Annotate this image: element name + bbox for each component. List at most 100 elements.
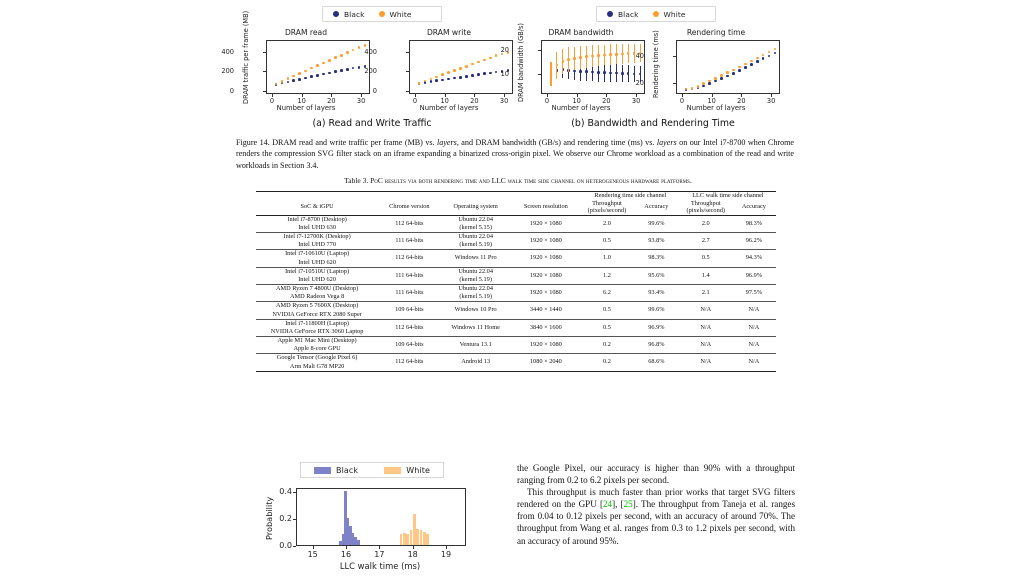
cell-llc-accuracy: N/A (731, 336, 776, 354)
cell-screen-resolution: 1920 × 1080 (510, 231, 581, 250)
table-row: Intel i7-11800H (Laptop) NVIDIA GeForce R… (256, 318, 776, 337)
data-point (334, 56, 337, 60)
data-point (755, 60, 759, 63)
data-point (328, 59, 331, 62)
data-point (453, 69, 456, 72)
y-tick-mark (538, 74, 541, 76)
data-point (447, 71, 450, 74)
data-point (328, 71, 331, 75)
data-point (573, 57, 576, 60)
figure-caption-em-1: layers (437, 138, 457, 147)
cell-rt-throughput: 0.2 (580, 353, 633, 372)
y-tick-label: 0 (372, 87, 377, 96)
chart-xlabel: Number of layers (551, 104, 611, 112)
col-header-llc-throughput: Throughput (pixels/second) (680, 200, 732, 216)
figure-caption-text-1: DRAM read and write traffic per frame (M… (269, 138, 438, 147)
legend-bandwidth-rendering: Black White (596, 6, 716, 22)
citation-25[interactable]: 25 (624, 499, 633, 509)
histogram-xlabel: LLC walk time (ms) (339, 561, 421, 571)
os-line-1: Ubuntu 22.04 (458, 285, 493, 293)
legend-item-black: Black (607, 10, 639, 19)
x-tick-label: 10 (572, 97, 581, 105)
soc-line-2: Intel UHD 770 (298, 241, 336, 249)
os-line-1: Ubuntu 22.04 (458, 232, 493, 240)
cell-rt-accuracy: 96.9% (632, 318, 680, 337)
data-point (696, 85, 700, 88)
soc-line-2: NVIDIA GeForce RTX 2080 Super (272, 310, 362, 318)
x-tick-mark (444, 94, 446, 97)
cell-rt-accuracy: 95.6% (632, 266, 680, 285)
data-point (591, 54, 594, 58)
col-header-operating-system: Operating system (453, 203, 498, 211)
llc-throughput-line2: (pixels/second) (686, 207, 725, 215)
histogram-bar (416, 528, 419, 545)
soc-line-1: AMD Ryzen 7 4800U (Desktop) (275, 285, 359, 293)
histogram-legend: Black White (300, 462, 444, 478)
data-point (286, 80, 290, 84)
soc-line-2: Intel UHD 630 (298, 223, 336, 231)
data-point (720, 74, 723, 77)
x-tick-mark (576, 94, 578, 97)
cell-operating-system: Windows 10 Pro (440, 301, 511, 320)
os-line-1: Ubuntu 22.04 (458, 267, 493, 275)
data-point (351, 66, 355, 70)
legend-read-write: Black White (322, 6, 442, 22)
soc-line-1: Intel i7-10510U (Laptop) (285, 267, 350, 275)
cell-llc-accuracy: N/A (731, 353, 776, 372)
data-point (292, 79, 296, 82)
cell-llc-throughput: N/A (679, 301, 732, 320)
histogram-bar (403, 532, 406, 545)
data-point (304, 69, 307, 73)
x-tick-label: 10 (707, 97, 716, 105)
soc-line-1: Intel i7-12700K (Desktop) (283, 232, 351, 240)
figure-caption-text-2: , and DRAM bandwidth (GB/s) and renderin… (456, 138, 657, 147)
chart-xlabel: Number of layers (276, 104, 336, 112)
os-line-2: (kernel 5.19) (459, 241, 492, 249)
cell-llc-accuracy: 96.9% (731, 266, 776, 285)
x-tick-mark (301, 94, 303, 97)
cell-llc-throughput: N/A (679, 318, 732, 337)
data-point (494, 54, 498, 58)
table-caption: Table 3. PoC results via both rendering … (258, 176, 778, 185)
rt-throughput-line1: Throughput (592, 199, 622, 207)
cell-rt-throughput: 1.2 (580, 266, 633, 285)
cell-llc-throughput: 1.4 (679, 266, 732, 285)
x-tick-label: 10 (297, 97, 306, 105)
data-point (339, 53, 343, 57)
cell-soc-igpu: Intel i7-11800H (Laptop) NVIDIA GeForce R… (256, 318, 379, 337)
data-point (585, 55, 588, 58)
data-point (614, 52, 618, 56)
citation-24[interactable]: 24 (603, 499, 612, 509)
y-tick-label: 40 (635, 52, 644, 61)
x-tick-mark (379, 546, 381, 549)
data-point (417, 81, 421, 85)
y-tick-mark (673, 56, 676, 57)
group-header-llc-walk-time: LLC walk time side channel (679, 190, 776, 200)
data-point (363, 44, 367, 47)
col-header-chrome-version: Chrome version (389, 203, 430, 211)
data-point (732, 72, 735, 75)
cell-rt-accuracy: 68.6% (632, 353, 680, 372)
data-point (286, 77, 290, 80)
y-tick-label: 20 (500, 45, 509, 54)
data-point (310, 75, 313, 78)
os-line-1: Ubuntu 22.04 (458, 215, 493, 223)
figure-14: Black White Black White DRAM read DRAM t… (221, 6, 796, 138)
data-point (773, 47, 777, 51)
chart-title: DRAM write (426, 28, 472, 37)
cell-soc-igpu: Intel i7-12700K (Desktop) Intel UHD 770 (256, 231, 379, 250)
os-line-2: (kernel 5.19) (459, 293, 492, 301)
legend-label-white: White (406, 465, 430, 475)
data-point (738, 65, 741, 69)
cell-operating-system: Windows 11 Home (440, 318, 511, 337)
cell-operating-system: Ventura 13.1 (440, 336, 511, 354)
data-point (638, 72, 642, 76)
cell-chrome-version: 112 64-bits (378, 249, 441, 268)
cell-soc-igpu: Intel i7-10610U (Laptop) Intel UHD 620 (256, 249, 379, 268)
legend-item-white: White (384, 466, 430, 475)
data-point (579, 70, 582, 73)
legend-label-white: White (389, 9, 412, 19)
data-point (351, 48, 355, 52)
data-point (477, 60, 480, 64)
y-tick-label: 200 (364, 67, 377, 76)
